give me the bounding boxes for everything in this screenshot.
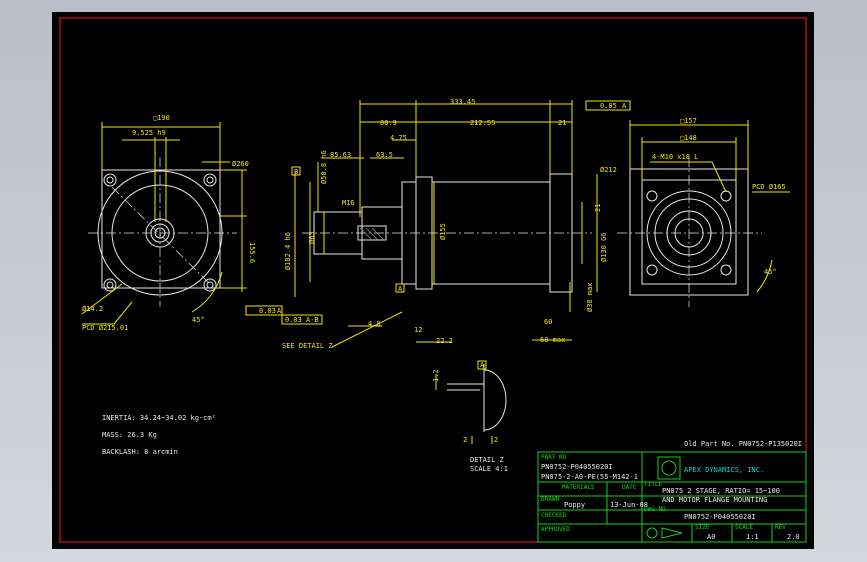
side-dia-motor: Ø212 (600, 166, 617, 174)
front-angle-label: 45° (192, 316, 205, 324)
rear-angle: 45° (764, 268, 777, 276)
side-key: M16 (342, 199, 355, 207)
side-overall: 333.45 (450, 98, 475, 106)
tb-rev-label: REV (775, 524, 786, 531)
detail-dim-c: 2 (494, 436, 498, 444)
tb-material-label: MATERIALS (562, 484, 595, 491)
gdt-2-ref: A-B (306, 316, 319, 324)
side-len-2: 212.55 (470, 119, 495, 127)
side-len-4: 4.75 (390, 134, 407, 142)
rear-view (617, 120, 790, 307)
side-dim-f: 21 (594, 204, 602, 212)
tb-date-label: DATE (622, 484, 637, 491)
gdt-3-value: 0.05 (600, 102, 617, 110)
detail-title: DETAIL Z (470, 456, 504, 464)
detail-z (435, 360, 507, 444)
front-keyway-label: 9.525 h9 (132, 129, 166, 137)
side-dim-c: 22.2 (436, 337, 453, 345)
tb-company: APEX DYNAMICS, INC. (684, 466, 764, 474)
note-backlash: BACKLASH: 8 arcmin (102, 448, 178, 456)
tb-dwg-label: DWG NO (644, 506, 666, 513)
drawing-canvas[interactable]: □190 9.525 h9 Ø260 155.6 Ø14.2 PCD Ø215.… (52, 12, 814, 549)
old-part-number: Old Part No. PN0752-P135020I (684, 440, 802, 448)
detail-scale: SCALE 4:1 (470, 465, 508, 473)
gdt-2-value: 0.03 (285, 316, 302, 324)
tb-title-line1: PN075 2 STAGE, RATIO= 15~100 (662, 487, 780, 495)
rear-holes: 4-M10 x18 L (652, 153, 698, 161)
side-dim-e: 60 (544, 318, 552, 326)
side-dia-body: Ø155 (439, 223, 447, 240)
tb-dwg-no: PN0752-P04055020I (684, 513, 756, 521)
detail-dim-b: 2 (463, 436, 467, 444)
gdt-3-ref: A (622, 102, 627, 110)
tb-scale: 1:1 (746, 533, 759, 541)
detail-dim-a: 1.2 (432, 369, 440, 382)
side-datum-b: B (294, 168, 298, 176)
side-dim-a: 4.8 (368, 320, 381, 328)
rear-square-2: □148 (680, 134, 697, 142)
tb-date: 13-Jun-08 (610, 501, 648, 509)
tb-rev: 2.0 (787, 533, 800, 541)
side-len-3: 21 (558, 119, 566, 127)
front-view (81, 122, 247, 325)
tb-title-label: TITLE (644, 481, 662, 488)
front-pcd-label: PCD Ø215.01 (82, 324, 128, 332)
see-detail-label: SEE DETAIL Z (282, 342, 333, 350)
tb-approved-label: APPROVED (541, 526, 570, 533)
tb-drawn-by: Poppy (564, 501, 585, 509)
side-dia-pilot: Ø63 (308, 231, 316, 244)
gdt-1-ref: A (277, 307, 282, 315)
rear-pcd: PCD Ø165 (752, 183, 786, 191)
front-dia-outer: Ø260 (232, 160, 249, 168)
tb-drawn-label: DRAWN (541, 496, 559, 503)
tb-title-line2: AND MOTOR FLANGE MOUNTING (662, 496, 767, 504)
tb-part-no: PN0752-P04055020I (541, 463, 613, 471)
side-dia-motor-pilot: Ø130 G6 (600, 232, 608, 262)
tb-scale-label: SCALE (735, 524, 753, 531)
side-len-6: 85.63 (330, 151, 351, 159)
tb-part-no-label: PART NO (541, 454, 567, 461)
side-len-5: 63.5 (376, 151, 393, 159)
side-dia-flange: Ø182.4 h6 (284, 232, 292, 270)
side-dim-b: 12 (414, 326, 422, 334)
tb-size: A0 (707, 533, 715, 541)
side-dia-max: Ø38 max (586, 282, 594, 312)
cad-viewport[interactable]: □190 9.525 h9 Ø260 155.6 Ø14.2 PCD Ø215.… (0, 0, 867, 562)
tb-checked-label: CHECKED (541, 512, 567, 519)
side-view (245, 100, 631, 348)
side-dim-d: 60 max (540, 336, 565, 344)
tb-size-label: SIZE (695, 524, 710, 531)
rear-square-1: □157 (680, 117, 697, 125)
tb-part-no-2: PN075-2-A0-PE(55-M142-1 (541, 473, 638, 481)
note-mass: MASS: 26.3 Kg (102, 431, 157, 439)
front-hole-label: Ø14.2 (82, 305, 103, 313)
gdt-1-value: 0.03 (259, 307, 276, 315)
drawing-svg: □190 9.525 h9 Ø260 155.6 Ø14.2 PCD Ø215.… (59, 17, 807, 543)
note-inertia: INERTIA: 34.24~34.02 kg-cm² (102, 414, 216, 422)
side-len-1: 88.9 (380, 119, 397, 127)
front-center-dist: 155.6 (248, 242, 256, 263)
side-dia-shaft: Ø50.8 h6 (320, 150, 328, 184)
front-square-label: □190 (153, 114, 170, 122)
